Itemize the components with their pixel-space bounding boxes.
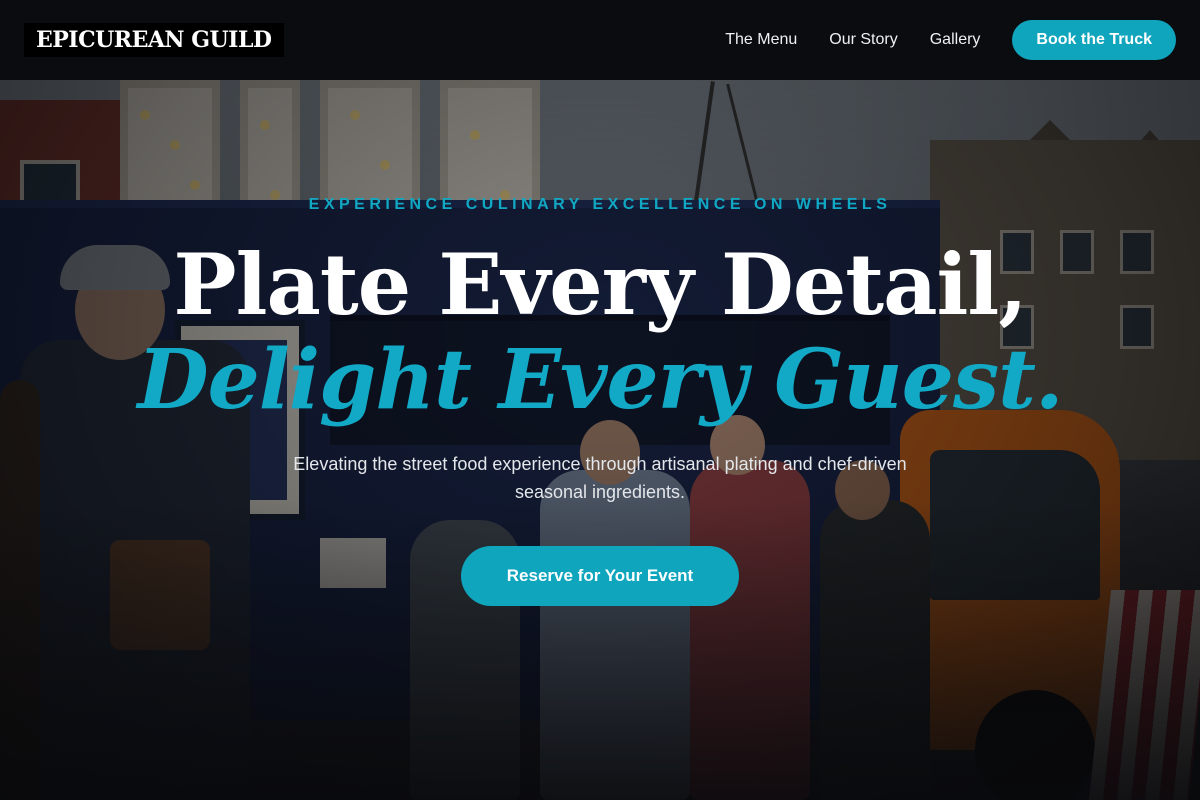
nav-link-gallery[interactable]: Gallery: [930, 31, 981, 49]
hero-eyebrow: EXPERIENCE CULINARY EXCELLENCE ON WHEELS: [308, 196, 892, 213]
hero-title-line-2: Delight Every Guest.: [137, 332, 1063, 428]
nav-link-our-story[interactable]: Our Story: [829, 31, 897, 49]
hero-section: EXPERIENCE CULINARY EXCELLENCE ON WHEELS…: [0, 80, 1200, 800]
main-nav: The Menu Our Story Gallery Book the Truc…: [725, 20, 1176, 60]
site-header: EPICUREAN GUILD The Menu Our Story Galle…: [0, 0, 1200, 80]
book-truck-button[interactable]: Book the Truck: [1012, 20, 1176, 60]
reserve-event-button[interactable]: Reserve for Your Event: [461, 546, 739, 606]
hero-subtitle: Elevating the street food experience thr…: [293, 454, 907, 502]
logo[interactable]: EPICUREAN GUILD: [24, 23, 284, 57]
hero-title-line-1: Plate Every Detail,: [173, 235, 1027, 334]
landing-page: EPICUREAN GUILD The Menu Our Story Galle…: [0, 0, 1200, 800]
nav-link-menu[interactable]: The Menu: [725, 31, 797, 49]
